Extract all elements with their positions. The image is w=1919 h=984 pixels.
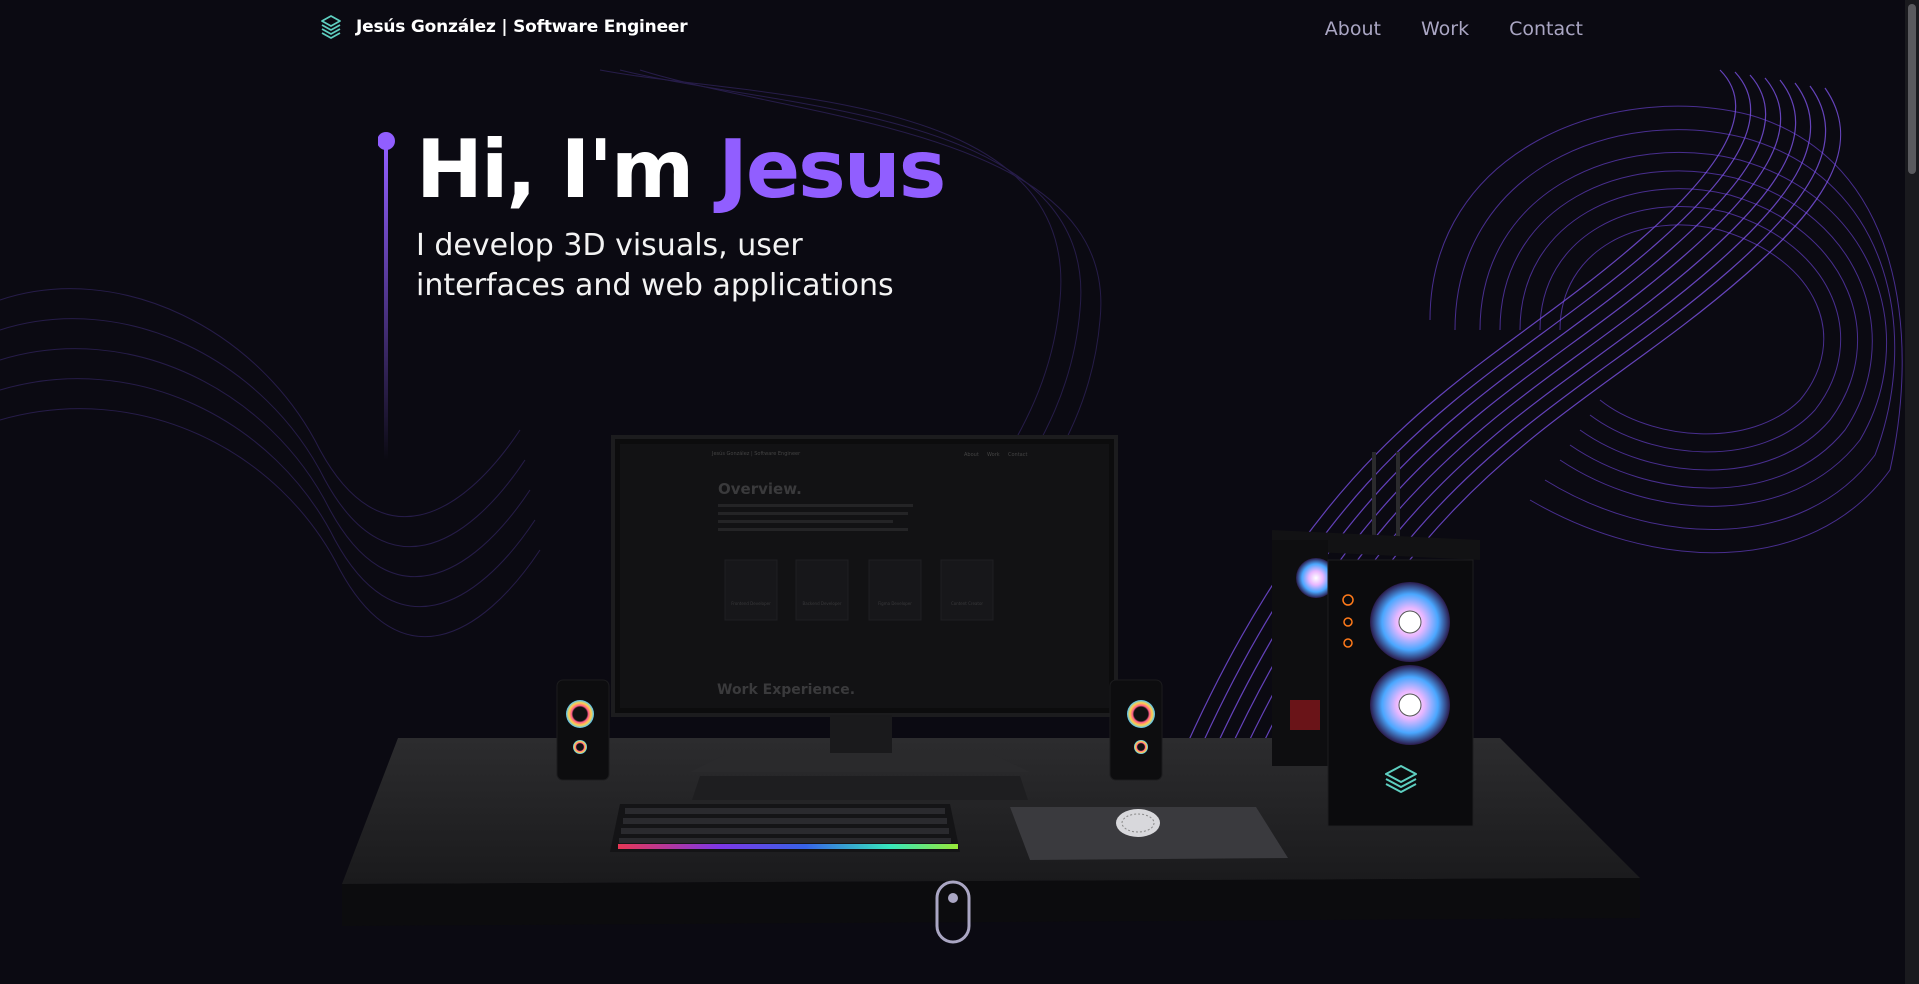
monitor-card-1: Frontend Developer: [731, 601, 771, 606]
monitor-nav-about: About: [964, 452, 979, 458]
monitor-nav-work: Work: [987, 452, 1000, 458]
left-speaker: [556, 679, 610, 781]
keyboard: [610, 804, 960, 852]
brand-role: | Software Engineer: [501, 17, 688, 37]
hero-subtitle-line1: I develop 3D visuals, user: [416, 228, 803, 263]
nav-link-contact[interactable]: Contact: [1509, 18, 1583, 40]
monitor-brand-text: Jesús González | Software Engineer: [711, 450, 801, 457]
monitor-card-4: Content Creator: [951, 601, 983, 606]
desk-3d-scene[interactable]: Jesús González | Software Engineer About…: [0, 0, 1919, 984]
hero-subtitle: I develop 3D visuals, user interfaces an…: [416, 226, 936, 306]
gaming-mouse: [1116, 809, 1160, 837]
layered-hexagon-logo-icon: [321, 15, 341, 39]
scrollbar-thumb[interactable]: [1908, 4, 1916, 174]
hero-section: Hi, I'm Jesus I develop 3D visuals, user…: [416, 122, 946, 306]
mouse-scroll-icon[interactable]: [935, 880, 971, 944]
hero-title-name: Jesus: [718, 123, 946, 216]
hero-subtitle-line2: interfaces and web applications: [416, 268, 894, 303]
nav-links: About Work Contact: [1325, 18, 1583, 40]
monitor-card-3: Figma Developer: [878, 601, 912, 606]
monitor-work-title: Work Experience.: [717, 682, 855, 698]
brand-name: Jesús González: [356, 17, 496, 37]
hero-title: Hi, I'm Jesus: [416, 122, 946, 218]
nav-link-work[interactable]: Work: [1421, 18, 1469, 40]
right-speaker: [1109, 679, 1163, 781]
brand-logo-link[interactable]: Jesús González | Software Engineer: [318, 14, 688, 40]
navbar: Jesús González | Software Engineer About…: [0, 0, 1905, 60]
nav-link-about[interactable]: About: [1325, 18, 1381, 40]
hero-title-prefix: Hi, I'm: [416, 123, 719, 216]
hero-accent-line: [378, 132, 395, 460]
monitor-card-2: Backend Developer: [803, 601, 842, 606]
monitor-overview-title: Overview.: [718, 480, 802, 498]
page-scrollbar[interactable]: [1905, 0, 1919, 984]
monitor-nav-contact: Contact: [1008, 452, 1027, 458]
